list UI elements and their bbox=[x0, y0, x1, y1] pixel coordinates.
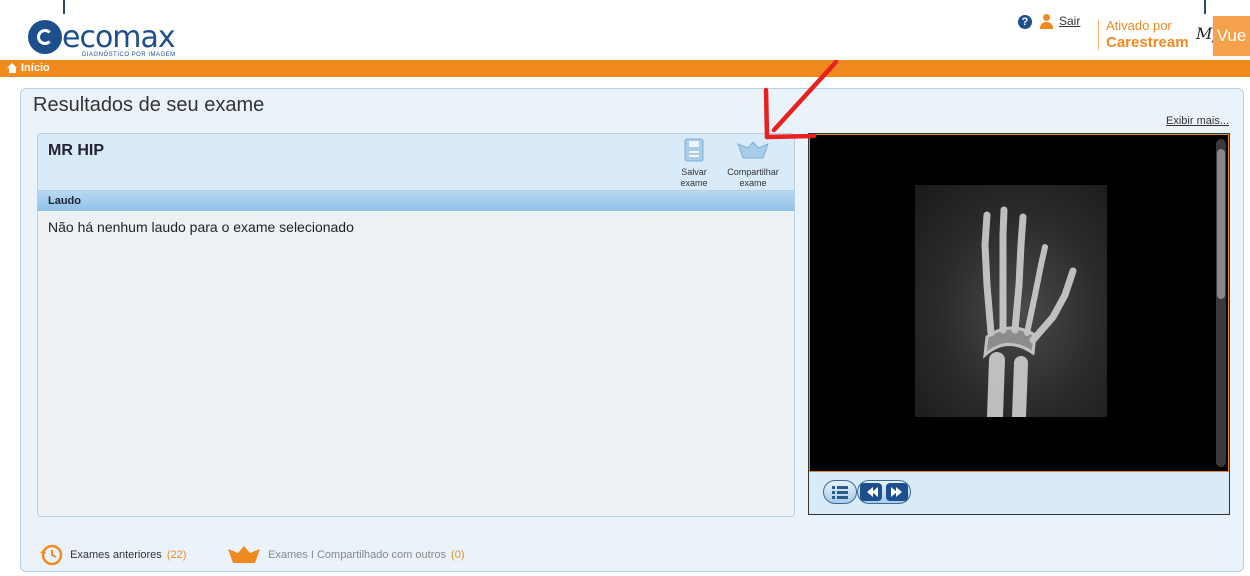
exam-header: MR HIP Salvar exame Compartilhar exame bbox=[38, 134, 794, 191]
scrollbar-thumb[interactable] bbox=[1217, 149, 1225, 299]
logout-link[interactable]: Sair bbox=[1059, 14, 1080, 28]
help-icon[interactable]: ? bbox=[1018, 15, 1032, 29]
share-exam-button[interactable]: Compartilhar exame bbox=[720, 138, 786, 189]
logo-subtitle: DIAGNÓSTICO POR IMAGEM bbox=[82, 52, 176, 58]
top-right-guide-line bbox=[1204, 0, 1206, 14]
previous-exams-link[interactable]: Exames anteriores (22) bbox=[39, 544, 186, 566]
logo-text: ecomax bbox=[62, 20, 176, 55]
myvue-logo: Vue bbox=[1213, 16, 1250, 56]
image-viewport[interactable] bbox=[809, 134, 1229, 472]
save-label-line2: exame bbox=[680, 178, 708, 188]
share-label-line2: exame bbox=[739, 178, 767, 188]
carestream-brand: Carestream bbox=[1106, 34, 1189, 51]
powered-by-label: Ativado por bbox=[1106, 18, 1172, 33]
previous-exams-label: Exames anteriores bbox=[70, 548, 162, 561]
save-exam-button[interactable]: Salvar exame bbox=[674, 138, 714, 189]
results-panel: Resultados de seu exame Exibir mais... M… bbox=[20, 88, 1244, 572]
exam-name: MR HIP bbox=[48, 142, 104, 159]
page-title: Resultados de seu exame bbox=[33, 94, 265, 116]
report-panel: MR HIP Salvar exame Compartilhar exame L… bbox=[37, 133, 795, 517]
series-list-button[interactable] bbox=[823, 480, 857, 504]
top-left-guide-line bbox=[63, 0, 65, 14]
shared-exams-count: (0) bbox=[451, 548, 465, 561]
viewer-scrollbar[interactable] bbox=[1216, 139, 1226, 467]
navigation-buttons bbox=[857, 480, 911, 504]
prev-next-icons[interactable] bbox=[858, 481, 910, 503]
save-icon bbox=[684, 138, 704, 162]
report-section-header: Laudo bbox=[38, 191, 794, 211]
history-clock-icon bbox=[40, 544, 63, 566]
report-empty-message: Não há nenhum laudo para o exame selecio… bbox=[48, 219, 354, 235]
logo-mark-icon bbox=[28, 20, 62, 54]
top-header: ecomax DIAGNÓSTICO POR IMAGEM ? Sair Ati… bbox=[0, 0, 1250, 60]
save-label-line1: Salvar bbox=[681, 167, 707, 177]
list-icon bbox=[832, 486, 848, 499]
share-orange-icon bbox=[228, 546, 260, 563]
shared-exams-label: Exames I Compartilhado com outros bbox=[268, 548, 446, 561]
share-label-line1: Compartilhar bbox=[727, 167, 779, 177]
breadcrumb-bar: Início bbox=[0, 60, 1250, 77]
hand-xray-drawing bbox=[981, 206, 1077, 425]
share-icon bbox=[737, 141, 769, 159]
previous-exams-count: (22) bbox=[166, 548, 187, 561]
xray-image bbox=[915, 185, 1107, 425]
home-link[interactable]: Início bbox=[21, 62, 50, 74]
show-more-link[interactable]: Exibir mais... bbox=[1166, 115, 1229, 127]
image-viewer bbox=[808, 133, 1230, 515]
shared-exams-link[interactable]: Exames I Compartilhado com outros (0) bbox=[227, 544, 465, 566]
header-divider bbox=[1098, 20, 1099, 50]
user-icon bbox=[1040, 14, 1053, 30]
ecomax-logo[interactable]: ecomax DIAGNÓSTICO POR IMAGEM bbox=[18, 16, 178, 60]
home-icon bbox=[7, 63, 18, 73]
